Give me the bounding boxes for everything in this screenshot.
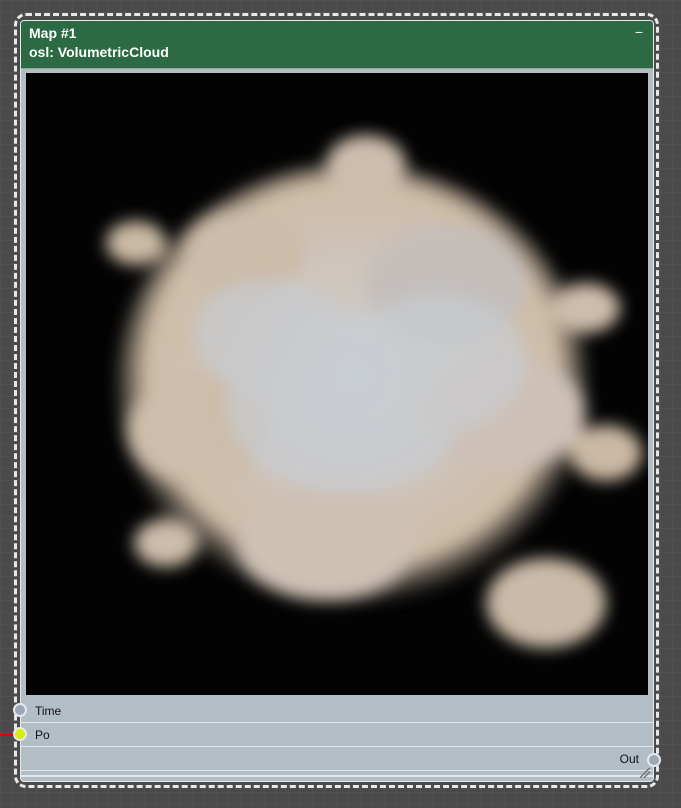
footer-divider [21,775,653,777]
node-subtitle: osl: VolumetricCloud [29,44,169,60]
minimize-icon[interactable]: − [635,24,643,40]
node-header[interactable]: Map #1 osl: VolumetricCloud − [21,21,653,69]
input-port-po[interactable]: Po [21,723,653,747]
input-port-time-label: Time [35,704,62,718]
cloud-preview-image [26,73,648,695]
input-port-time[interactable]: Time [21,699,653,723]
node-title: Map #1 [29,25,77,41]
out-output-socket-icon[interactable] [647,753,661,767]
output-port-out[interactable]: Out [21,747,653,771]
output-port-out-label: Out [619,752,639,766]
po-input-socket-icon[interactable] [13,727,27,741]
map-node[interactable]: Map #1 osl: VolumetricCloud − Time Po Ou… [20,20,654,782]
resize-grip-icon[interactable] [640,768,650,778]
cloud-preview-svg [26,73,648,695]
time-input-socket-icon[interactable] [13,703,27,717]
input-port-po-label: Po [35,728,50,742]
